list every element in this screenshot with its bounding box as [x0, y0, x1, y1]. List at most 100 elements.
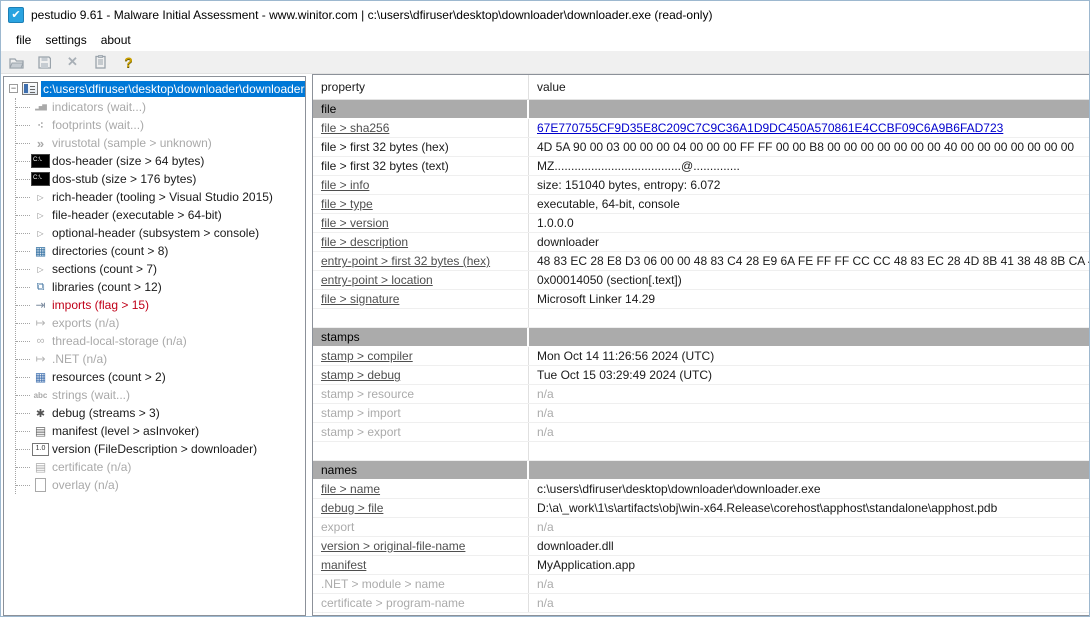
tree-children: indicators (wait...) footprints (wait...…	[15, 98, 305, 494]
property-row[interactable]: entry-point > location 0x00014050 (secti…	[313, 271, 1089, 290]
tree-item-thread-local-storage[interactable]: thread-local-storage (n/a)	[16, 332, 305, 350]
value-cell: n/a	[529, 575, 1089, 593]
property-link[interactable]: file > info	[321, 178, 369, 192]
tree-item-version[interactable]: version (FileDescription > downloader)	[16, 440, 305, 458]
property-row[interactable]: file > first 32 bytes (text) MZ.........…	[313, 157, 1089, 176]
tree-item-file-header[interactable]: file-header (executable > 64-bit)	[16, 206, 305, 224]
open-file-icon[interactable]	[8, 54, 25, 70]
tree-item-libraries[interactable]: libraries (count > 12)	[16, 278, 305, 296]
tree-item-rich-header[interactable]: rich-header (tooling > Visual Studio 201…	[16, 188, 305, 206]
value-cell: n/a	[529, 423, 1089, 441]
tree-item-directories[interactable]: directories (count > 8)	[16, 242, 305, 260]
property-link[interactable]: file > sha256	[321, 121, 389, 135]
column-header-value[interactable]: value	[529, 75, 1089, 99]
value-cell: D:\a\_work\1\s\artifacts\obj\win-x64.Rel…	[529, 499, 1089, 517]
property-link[interactable]: debug > file	[321, 501, 383, 515]
copy-icon[interactable]	[92, 54, 109, 70]
property-link[interactable]: entry-point > location	[321, 273, 433, 287]
chevron-right-icon	[31, 208, 50, 222]
chevron-right-icon	[31, 190, 50, 204]
property-row[interactable]: entry-point > first 32 bytes (hex) 48 83…	[313, 252, 1089, 271]
page-icon	[31, 478, 50, 492]
tree-root-label[interactable]: c:\users\dfiruser\desktop\downloader\dow…	[41, 81, 305, 97]
value-cell: 0x00014050 (section[.text])	[529, 271, 1089, 289]
property-row[interactable]: stamp > debug Tue Oct 15 03:29:49 2024 (…	[313, 366, 1089, 385]
tree-item-exports[interactable]: exports (n/a)	[16, 314, 305, 332]
property-row[interactable]: file > info size: 151040 bytes, entropy:…	[313, 176, 1089, 195]
sha256-link[interactable]: 67E770755CF9D35E8C209C7C9C36A1D9DC450A57…	[537, 121, 1003, 135]
property-link[interactable]: stamp > debug	[321, 368, 401, 382]
window-title: pestudio 9.61 - Malware Initial Assessme…	[31, 8, 712, 22]
property-row[interactable]: stamp > resource n/a	[313, 385, 1089, 404]
tree-item-indicators[interactable]: indicators (wait...)	[16, 98, 305, 116]
main-area: − c:\users\dfiruser\desktop\downloader\d…	[1, 74, 1089, 616]
property-row[interactable]: manifest MyApplication.app	[313, 556, 1089, 575]
tree-item-virustotal[interactable]: virustotal (sample > unknown)	[16, 134, 305, 152]
title-bar: pestudio 9.61 - Malware Initial Assessme…	[1, 1, 1089, 28]
footprints-icon	[31, 118, 50, 132]
property-row[interactable]: file > sha256 67E770755CF9D35E8C209C7C9C…	[313, 119, 1089, 138]
value-cell: MyApplication.app	[529, 556, 1089, 574]
tree-item-strings[interactable]: strings (wait...)	[16, 386, 305, 404]
property-row[interactable]: file > signature Microsoft Linker 14.29	[313, 290, 1089, 309]
tree-item-sections[interactable]: sections (count > 7)	[16, 260, 305, 278]
help-icon[interactable]: ?	[120, 54, 137, 70]
property-row[interactable]: debug > file D:\a\_work\1\s\artifacts\ob…	[313, 499, 1089, 518]
tree-item-dos-stub[interactable]: dos-stub (size > 176 bytes)	[16, 170, 305, 188]
tree-root-item[interactable]: − c:\users\dfiruser\desktop\downloader\d…	[4, 79, 305, 98]
version-icon	[31, 442, 50, 456]
value-cell: MZ......................................…	[529, 157, 1089, 175]
tree-item-resources[interactable]: resources (count > 2)	[16, 368, 305, 386]
property-link[interactable]: file > name	[321, 482, 380, 496]
value-cell: downloader	[529, 233, 1089, 251]
tree-item-debug[interactable]: debug (streams > 3)	[16, 404, 305, 422]
module-icon	[22, 82, 38, 95]
property-row[interactable]: file > first 32 bytes (hex) 4D 5A 90 00 …	[313, 138, 1089, 157]
property-row[interactable]: file > description downloader	[313, 233, 1089, 252]
collapse-toggle-icon[interactable]: −	[9, 84, 18, 93]
column-header-property[interactable]: property	[313, 75, 529, 99]
value-cell: Microsoft Linker 14.29	[529, 290, 1089, 308]
property-row[interactable]: file > type executable, 64-bit, console	[313, 195, 1089, 214]
property-row[interactable]: export n/a	[313, 518, 1089, 537]
chevron-right-icon	[31, 226, 50, 240]
menu-file[interactable]: file	[9, 31, 38, 49]
tree-item-dotnet[interactable]: .NET (n/a)	[16, 350, 305, 368]
tree-item-optional-header[interactable]: optional-header (subsystem > console)	[16, 224, 305, 242]
section-header-names: names	[313, 461, 1089, 480]
abc-icon	[31, 388, 50, 402]
bug-icon	[31, 406, 50, 420]
value-cell: downloader.dll	[529, 537, 1089, 555]
property-row[interactable]: stamp > export n/a	[313, 423, 1089, 442]
property-row[interactable]: stamp > compiler Mon Oct 14 11:26:56 202…	[313, 347, 1089, 366]
property-link[interactable]: version > original-file-name	[321, 539, 465, 553]
tree-item-overlay[interactable]: overlay (n/a)	[16, 476, 305, 494]
value-cell: n/a	[529, 404, 1089, 422]
property-row[interactable]: file > name c:\users\dfiruser\desktop\do…	[313, 480, 1089, 499]
tree-item-dos-header[interactable]: dos-header (size > 64 bytes)	[16, 152, 305, 170]
property-row[interactable]: .NET > module > name n/a	[313, 575, 1089, 594]
property-link[interactable]: entry-point > first 32 bytes (hex)	[321, 254, 490, 268]
property-link[interactable]: stamp > compiler	[321, 349, 413, 363]
tree-item-footprints[interactable]: footprints (wait...)	[16, 116, 305, 134]
property-row[interactable]: stamp > import n/a	[313, 404, 1089, 423]
property-link[interactable]: manifest	[321, 558, 366, 572]
document-icon	[31, 424, 50, 438]
property-row[interactable]: version > original-file-name downloader.…	[313, 537, 1089, 556]
dotnet-icon	[31, 352, 50, 366]
property-link[interactable]: file > version	[321, 216, 389, 230]
property-row[interactable]: certificate > program-name n/a	[313, 594, 1089, 613]
property-label: export	[313, 518, 529, 536]
property-link[interactable]: file > description	[321, 235, 408, 249]
property-link[interactable]: file > type	[321, 197, 373, 211]
menu-about[interactable]: about	[94, 31, 138, 49]
save-icon[interactable]	[36, 54, 53, 70]
close-file-icon[interactable]: ✕	[64, 54, 81, 70]
tree-item-imports[interactable]: imports (flag > 15)	[16, 296, 305, 314]
property-link[interactable]: file > signature	[321, 292, 399, 306]
tree-item-certificate[interactable]: certificate (n/a)	[16, 458, 305, 476]
menu-settings[interactable]: settings	[38, 31, 93, 49]
property-row[interactable]: file > version 1.0.0.0	[313, 214, 1089, 233]
virustotal-icon	[31, 136, 50, 150]
tree-item-manifest[interactable]: manifest (level > asInvoker)	[16, 422, 305, 440]
